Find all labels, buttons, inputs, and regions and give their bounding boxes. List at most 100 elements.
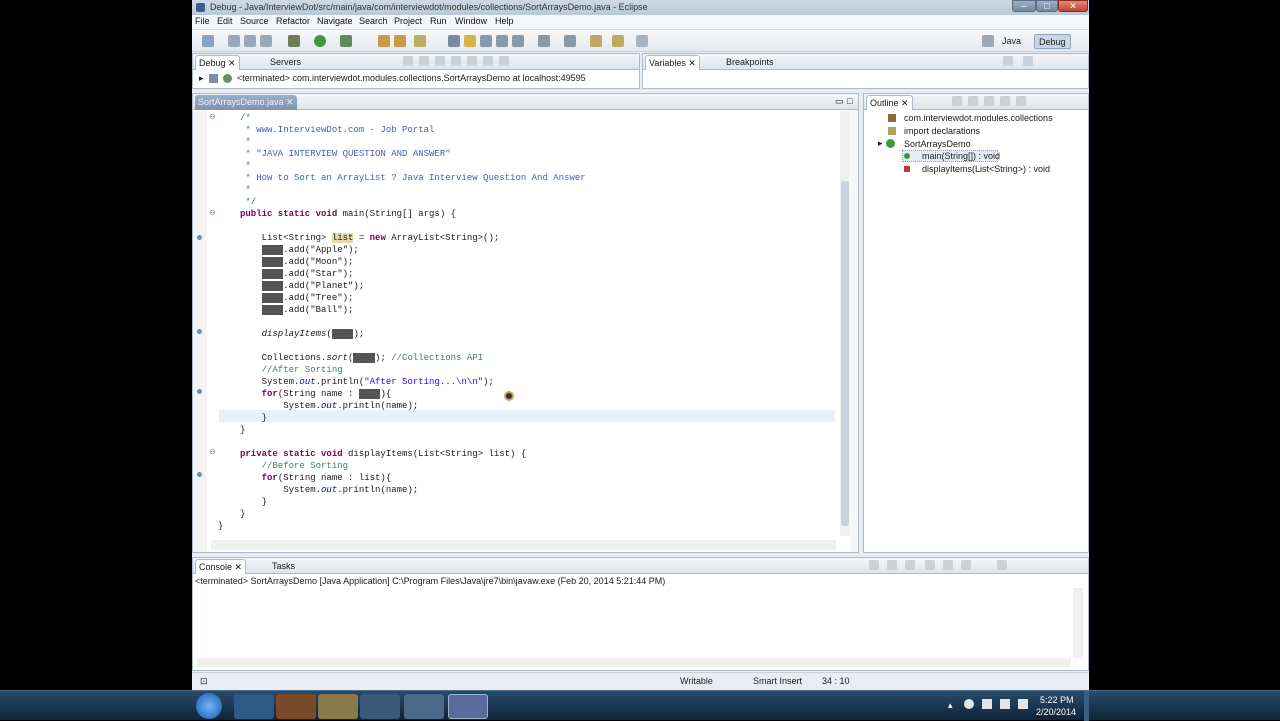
overview-ruler[interactable] [851,111,857,552]
step-over-icon[interactable] [483,56,493,66]
menu-edit[interactable]: Edit [217,16,233,26]
taskbar-media-player-icon[interactable] [360,694,400,719]
terminate-icon[interactable] [869,560,879,570]
hide-local-types-icon[interactable] [1016,96,1026,106]
show-desktop-button[interactable] [1084,691,1089,721]
external-tools-icon[interactable] [340,35,352,47]
outline-item-main[interactable]: main(String[]) : void [922,151,1000,161]
terminate-icon[interactable] [451,56,461,66]
resume-icon[interactable] [419,56,429,66]
print-icon[interactable] [260,35,272,47]
debug-icon[interactable] [288,35,300,47]
tab-debug[interactable]: Debug ✕ [195,55,240,70]
breakpoint-icon[interactable] [197,235,202,240]
menu-window[interactable]: Window [455,16,487,26]
menu-help[interactable]: Help [495,16,514,26]
fold-toggle-icon[interactable]: ⊖ [209,447,216,456]
new-class-icon[interactable] [414,35,426,47]
tab-console[interactable]: Console ✕ [195,559,247,574]
next-annotation-icon[interactable] [538,35,550,47]
display-console-icon[interactable] [961,560,971,570]
word-wrap-icon[interactable] [480,35,492,47]
tray-icon[interactable] [964,699,974,709]
close-icon[interactable]: ✕ [688,58,696,68]
minimize-button[interactable]: ─ [1012,0,1036,12]
console-horizontal-scrollbar[interactable] [197,658,1071,667]
volume-icon[interactable] [1018,699,1028,709]
breakpoint-icon[interactable] [197,389,202,394]
outline-item-displayitems[interactable]: displayItems(List<String>) : void [922,164,1050,174]
show-type-names-icon[interactable] [1003,56,1013,66]
block-selection-icon[interactable] [496,35,508,47]
fold-toggle-icon[interactable]: ⊖ [209,112,216,121]
menu-source[interactable]: Source [240,16,269,26]
tab-sortarraysdemo[interactable]: SortArraysDemo.java ✕ [195,95,297,110]
java-perspective-button[interactable]: Java [998,34,1025,49]
expand-icon[interactable]: ▸ [878,138,883,149]
hide-static-icon[interactable] [984,96,994,106]
remove-launch-icon[interactable] [403,56,413,66]
action-center-icon[interactable] [1000,699,1010,709]
hide-nonpublic-icon[interactable] [1000,96,1010,106]
tab-outline[interactable]: Outline ✕ [866,95,913,110]
maximize-button[interactable]: □ [1036,0,1058,12]
pin-console-icon[interactable] [943,560,953,570]
maximize-view-icon[interactable]: □ [847,96,852,106]
show-hidden-icons-icon[interactable]: ▴ [948,700,953,711]
scroll-lock-icon[interactable] [925,560,935,570]
close-icon[interactable]: ✕ [235,562,243,572]
remove-all-icon[interactable] [905,560,915,570]
clock-date[interactable]: 2/20/2014 [1036,707,1076,717]
open-console-icon[interactable] [997,560,1007,570]
tab-tasks[interactable]: Tasks [269,559,298,574]
debug-perspective-button[interactable]: Debug [1034,34,1071,49]
tab-servers[interactable]: Servers [267,55,304,70]
suspend-icon[interactable] [435,56,445,66]
hide-fields-icon[interactable] [968,96,978,106]
collapse-all-icon[interactable] [1023,56,1033,66]
taskbar-explorer-icon[interactable] [318,694,358,719]
fold-toggle-icon[interactable]: ⊖ [209,208,216,217]
new-icon[interactable] [202,35,214,47]
back-icon[interactable] [590,35,602,47]
close-icon[interactable]: ✕ [901,98,909,108]
remove-launch-icon[interactable] [887,560,897,570]
forward-icon[interactable] [636,35,648,47]
tab-variables[interactable]: Variables ✕ [645,55,700,70]
run-icon[interactable] [314,35,326,47]
new-package-icon[interactable] [394,35,406,47]
tab-breakpoints[interactable]: Breakpoints [723,55,777,70]
step-into-icon[interactable] [467,56,477,66]
back-history-icon[interactable] [612,35,624,47]
close-button[interactable]: ✕ [1058,0,1088,12]
code-area[interactable]: /* * www.InterviewDot.com - Job Portal *… [240,112,586,520]
close-icon[interactable]: ✕ [228,58,236,68]
menu-navigate[interactable]: Navigate [317,16,353,26]
open-type-icon[interactable] [448,35,460,47]
network-icon[interactable] [982,699,992,709]
open-perspective-icon[interactable] [982,35,994,47]
taskbar-firefox-icon[interactable] [276,694,316,719]
close-icon[interactable]: ✕ [286,97,294,107]
menu-refactor[interactable]: Refactor [276,16,310,26]
vertical-scrollbar[interactable] [840,111,850,536]
outline-item-class[interactable]: SortArraysDemo [904,139,971,149]
taskbar-app-icon[interactable] [404,694,444,719]
taskbar-ie-icon[interactable] [234,694,274,719]
new-java-project-icon[interactable] [378,35,390,47]
sort-icon[interactable] [952,96,962,106]
breakpoint-icon[interactable] [197,472,202,477]
console-vertical-scrollbar[interactable] [1073,588,1083,658]
outline-item-imports[interactable]: import declarations [904,126,980,136]
terminated-launch-label[interactable]: <terminated> com.interviewdot.modules.co… [237,73,586,83]
horizontal-scrollbar[interactable] [211,540,836,550]
save-icon[interactable] [228,35,240,47]
save-all-icon[interactable] [244,35,256,47]
step-return-icon[interactable] [499,56,509,66]
vertical-scroll-thumb[interactable] [841,181,849,526]
breakpoint-icon[interactable] [197,329,202,334]
menu-run[interactable]: Run [430,16,447,26]
start-button[interactable] [196,693,222,719]
taskbar-eclipse-icon[interactable] [448,694,488,719]
menu-search[interactable]: Search [359,16,388,26]
